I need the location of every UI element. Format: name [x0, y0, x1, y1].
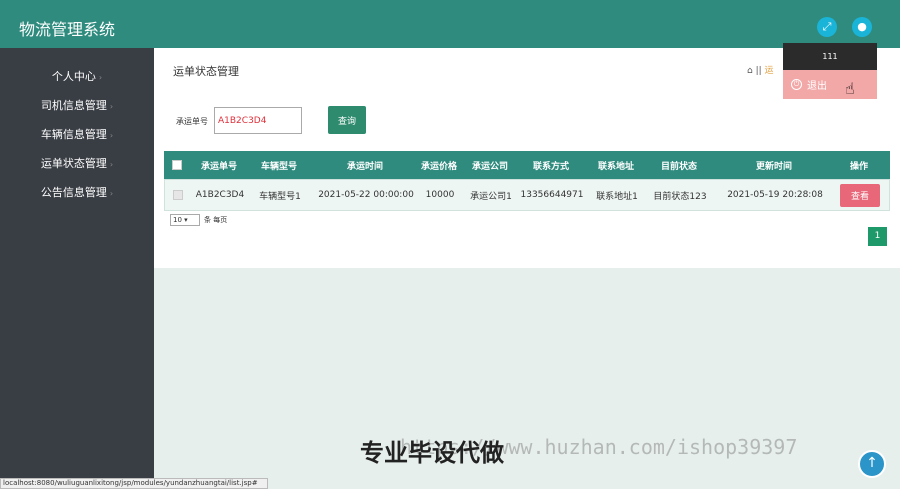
table-cell: 车辆型号1: [259, 191, 301, 202]
waybill-table: 承运单号 车辆型号 承运时间 承运价格 承运公司 联系方式 联系地址 目前状态 …: [164, 151, 890, 211]
expand-icon[interactable]: ⤢: [817, 17, 837, 37]
table-header: 承运单号 车辆型号 承运时间 承运价格 承运公司 联系方式 联系地址 目前状态 …: [164, 151, 890, 179]
sidebar-item-label: 公告信息管理: [40, 186, 107, 199]
logout-button[interactable]: ⏻ 退出: [783, 70, 877, 99]
column-header: 联系方式: [532, 161, 569, 172]
sidebar-item-drivers[interactable]: 司机信息管理 ›: [0, 97, 154, 113]
table-cell: 2021-05-22 00:00:00: [318, 190, 414, 200]
column-header: 更新时间: [755, 161, 792, 172]
chevron-down-icon: ▾: [184, 216, 188, 224]
column-header: 承运单号: [200, 161, 237, 172]
page-size-label: 条 每页: [204, 216, 228, 224]
table-cell: 联系地址1: [596, 191, 638, 202]
sidebar-item-label: 个人中心: [51, 70, 96, 83]
table-cell: 目前状态123: [653, 191, 707, 202]
column-header: 联系地址: [597, 161, 634, 172]
app-title: 物流管理系统: [19, 20, 116, 39]
watermark-text: 专业毕设代做: [360, 439, 504, 467]
home-icon[interactable]: ⌂: [747, 66, 753, 76]
search-button[interactable]: 查询: [328, 106, 366, 134]
page-button-current[interactable]: 1: [868, 227, 887, 246]
power-icon: ⏻: [791, 79, 802, 90]
search-input[interactable]: [214, 107, 302, 134]
sidebar-item-label: 司机信息管理: [40, 99, 107, 112]
search-label: 承运单号: [176, 117, 208, 126]
table-cell: 10000: [425, 190, 455, 200]
page-size-value: 10: [173, 216, 182, 224]
sidebar-item-announcements[interactable]: 公告信息管理 ›: [0, 184, 154, 200]
sidebar-item-profile[interactable]: 个人中心 ›: [0, 68, 154, 84]
hand-cursor-icon: ☝: [845, 79, 855, 98]
column-header: 承运价格: [420, 161, 457, 172]
chevron-right-icon: ›: [109, 102, 114, 111]
sidebar-item-label: 车辆信息管理: [40, 128, 107, 141]
select-all-checkbox[interactable]: [164, 151, 190, 179]
row-checkbox[interactable]: [165, 180, 191, 210]
browser-status-bar: localhost:8080/wuliuguanlixitong/jsp/mod…: [0, 478, 268, 489]
row-actions: 查看: [837, 180, 883, 210]
view-button[interactable]: 查看: [840, 183, 880, 207]
chevron-right-icon: ›: [109, 160, 114, 169]
table-cell: 承运公司1: [470, 191, 512, 202]
page-size-select[interactable]: 10 ▾: [170, 214, 200, 226]
breadcrumb: ⌂ || 运: [747, 66, 774, 76]
sidebar-item-label: 运单状态管理: [40, 157, 107, 170]
logout-label: 退出: [807, 81, 827, 92]
username-label: 111: [783, 43, 877, 70]
user-dropdown: 111 ⏻ 退出: [783, 43, 877, 99]
top-bar: 物流管理系统 ⤢ ●: [0, 0, 900, 48]
breadcrumb-item[interactable]: 运: [765, 66, 774, 76]
sidebar-item-vehicles[interactable]: 车辆信息管理 ›: [0, 126, 154, 142]
chevron-right-icon: ›: [109, 131, 114, 140]
column-header: 目前状态: [660, 161, 697, 172]
column-header: 车辆型号: [260, 161, 297, 172]
chevron-right-icon: ›: [109, 189, 114, 198]
user-icon[interactable]: ●: [852, 17, 872, 37]
table-row: A1B2C3D4 车辆型号1 2021-05-22 00:00:00 10000…: [164, 179, 890, 211]
chevron-right-icon: ›: [98, 73, 103, 82]
page-title: 运单状态管理: [173, 65, 239, 78]
table-cell: A1B2C3D4: [195, 190, 245, 200]
scroll-to-top-icon[interactable]: ↑: [858, 450, 886, 478]
column-header: 操作: [849, 161, 868, 172]
sidebar-item-waybill-status[interactable]: 运单状态管理 ›: [0, 155, 154, 171]
table-cell: 2021-05-19 20:28:08: [727, 190, 823, 200]
column-header: 承运公司: [471, 161, 508, 172]
table-cell: 13356644971: [520, 190, 584, 200]
sidebar: 个人中心 › 司机信息管理 › 车辆信息管理 › 运单状态管理 › 公告信息管理 ›: [0, 48, 154, 489]
column-header: 承运时间: [346, 161, 383, 172]
